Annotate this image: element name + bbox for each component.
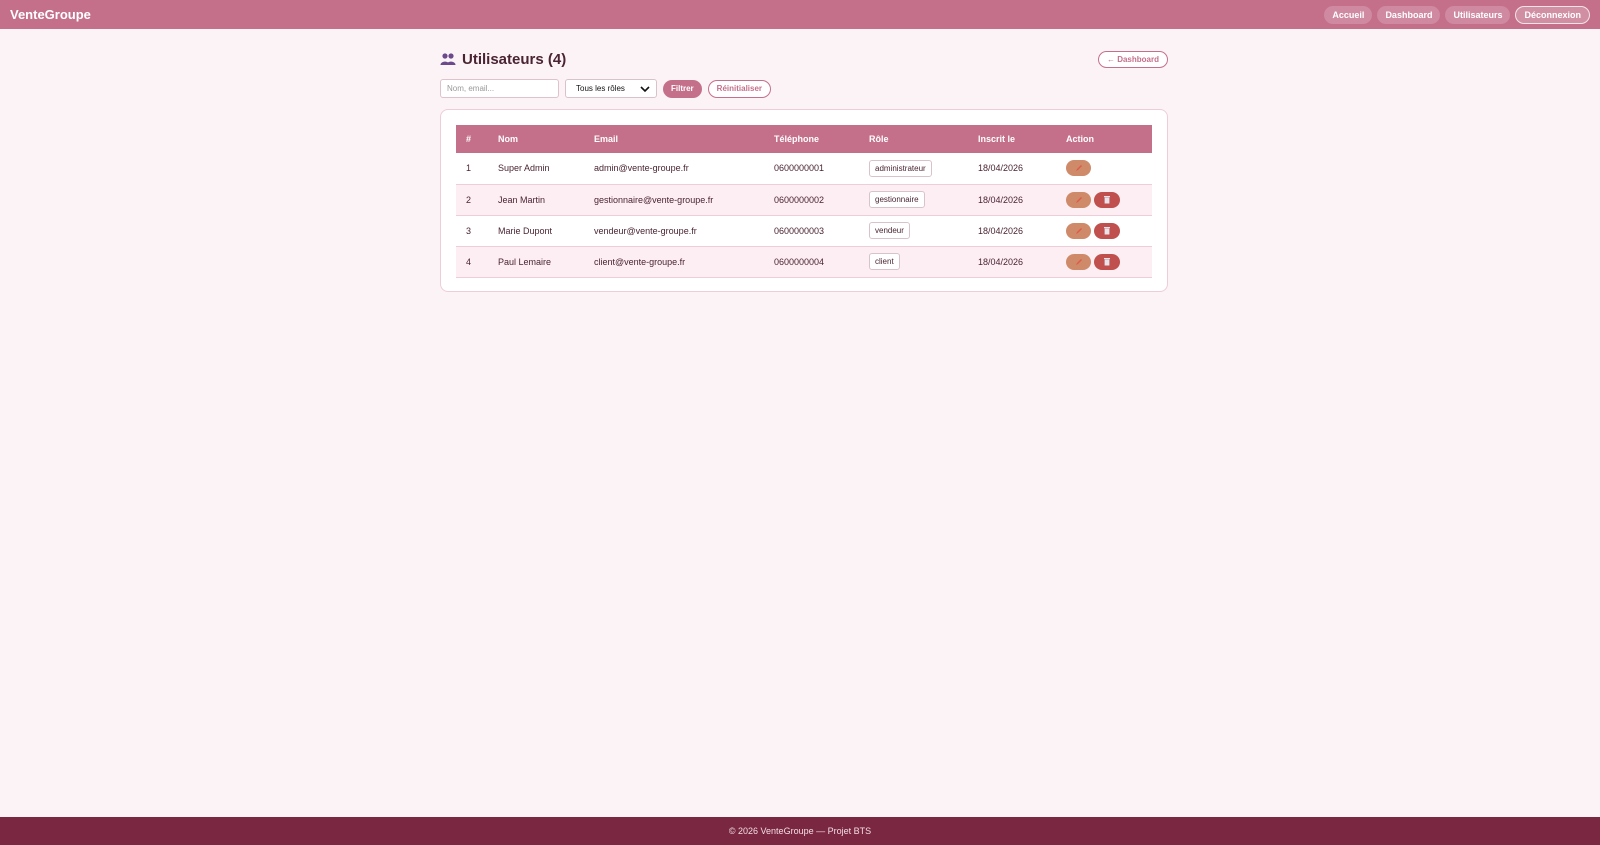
pencil-icon <box>1075 196 1082 203</box>
edit-button[interactable] <box>1066 253 1091 270</box>
table-row: 3 Marie Dupont vendeur@vente-groupe.fr 0… <box>456 215 1152 246</box>
table-row: 1 Super Admin admin@vente-groupe.fr 0600… <box>456 153 1152 184</box>
users-table-card: # Nom Email Téléphone Rôle Inscrit le Ac… <box>440 109 1168 292</box>
delete-button[interactable] <box>1094 253 1120 270</box>
row-actions <box>1066 253 1142 270</box>
cell-phone: 0600000003 <box>774 225 825 236</box>
edit-button[interactable] <box>1066 160 1091 177</box>
cell-date: 18/04/2026 <box>978 225 1024 236</box>
cell-id: 4 <box>466 256 472 267</box>
trash-icon <box>1104 258 1110 266</box>
cell-email: gestionnaire@vente-groupe.fr <box>594 194 714 205</box>
row-actions <box>1066 160 1142 177</box>
role-badge: gestionnaire <box>869 191 925 208</box>
col-header-telephone: Téléphone <box>774 134 820 144</box>
trash-icon <box>1104 227 1110 235</box>
main-content: Utilisateurs (4) ← Dashboard Tous les rô… <box>440 48 1168 292</box>
cell-actions <box>1056 246 1152 277</box>
chevron-down-icon <box>640 85 650 92</box>
col-header-id: # <box>466 134 472 144</box>
cell-date: 18/04/2026 <box>978 256 1024 267</box>
role-badge: client <box>869 253 900 270</box>
cell-phone: 0600000004 <box>774 256 825 267</box>
users-icon <box>440 53 456 65</box>
cell-name: Super Admin <box>498 163 550 174</box>
table-row: 4 Paul Lemaire client@vente-groupe.fr 06… <box>456 246 1152 277</box>
reset-button[interactable]: Réinitialiser <box>707 79 772 98</box>
delete-button[interactable] <box>1094 191 1120 208</box>
pencil-icon <box>1075 258 1082 265</box>
cell-phone: 0600000002 <box>774 194 825 205</box>
navbar: VenteGroupe Accueil Dashboard Utilisateu… <box>0 0 1600 29</box>
cell-role: gestionnaire <box>859 184 968 215</box>
users-table: # Nom Email Téléphone Rôle Inscrit le Ac… <box>456 125 1152 278</box>
role-badge: vendeur <box>869 222 910 239</box>
cell-role: client <box>859 246 968 277</box>
cell-date: 18/04/2026 <box>978 194 1024 205</box>
table-row: 2 Jean Martin gestionnaire@vente-groupe.… <box>456 184 1152 215</box>
cell-id: 1 <box>466 163 472 174</box>
cell-date: 18/04/2026 <box>978 163 1024 174</box>
search-input[interactable] <box>440 79 559 98</box>
pencil-icon <box>1075 165 1082 172</box>
nav-link-accueil[interactable]: Accueil <box>1324 5 1373 24</box>
cell-actions <box>1056 215 1152 246</box>
cell-role: administrateur <box>859 153 968 184</box>
edit-button[interactable] <box>1066 222 1091 239</box>
col-header-action: Action <box>1066 134 1094 144</box>
nav-links: Accueil Dashboard Utilisateurs Déconnexi… <box>1324 5 1590 24</box>
footer-text: © 2026 VenteGroupe — Projet BTS <box>728 826 872 836</box>
table-header-row: # Nom Email Téléphone Rôle Inscrit le Ac… <box>456 125 1152 153</box>
delete-button[interactable] <box>1094 222 1120 239</box>
cell-email: admin@vente-groupe.fr <box>594 163 689 174</box>
col-header-nom: Nom <box>498 134 518 144</box>
cell-actions <box>1056 153 1152 184</box>
footer: © 2026 VenteGroupe — Projet BTS <box>0 817 1600 845</box>
filter-bar: Tous les rôles Filtrer Réinitialiser <box>440 79 1168 98</box>
page-title: Utilisateurs (4) <box>462 50 567 68</box>
col-header-role: Rôle <box>869 134 889 144</box>
col-header-email: Email <box>594 134 619 144</box>
brand-logo[interactable]: VenteGroupe <box>10 7 91 22</box>
cell-email: client@vente-groupe.fr <box>594 256 686 267</box>
cell-id: 2 <box>466 194 472 205</box>
filter-button[interactable]: Filtrer <box>663 79 702 98</box>
cell-actions <box>1056 184 1152 215</box>
nav-link-dashboard[interactable]: Dashboard <box>1377 5 1441 24</box>
role-badge: administrateur <box>869 159 932 177</box>
title-row: Utilisateurs (4) ← Dashboard <box>440 48 1168 70</box>
role-select-value: Tous les rôles <box>576 84 625 93</box>
page-title-wrap: Utilisateurs (4) <box>440 51 566 68</box>
col-header-inscrit: Inscrit le <box>978 134 1016 144</box>
edit-button[interactable] <box>1066 191 1091 208</box>
role-select[interactable]: Tous les rôles <box>565 79 657 98</box>
back-dashboard-button[interactable]: ← Dashboard <box>1097 50 1168 68</box>
nav-link-utilisateurs[interactable]: Utilisateurs <box>1445 5 1511 24</box>
cell-id: 3 <box>466 225 472 236</box>
cell-email: vendeur@vente-groupe.fr <box>594 225 697 236</box>
row-actions <box>1066 191 1142 208</box>
cell-name: Jean Martin <box>498 194 546 205</box>
cell-name: Paul Lemaire <box>498 256 552 267</box>
cell-role: vendeur <box>859 215 968 246</box>
logout-button[interactable]: Déconnexion <box>1515 5 1590 24</box>
trash-icon <box>1104 196 1110 204</box>
cell-phone: 0600000001 <box>774 163 825 174</box>
row-actions <box>1066 222 1142 239</box>
pencil-icon <box>1075 227 1082 234</box>
cell-name: Marie Dupont <box>498 225 553 236</box>
